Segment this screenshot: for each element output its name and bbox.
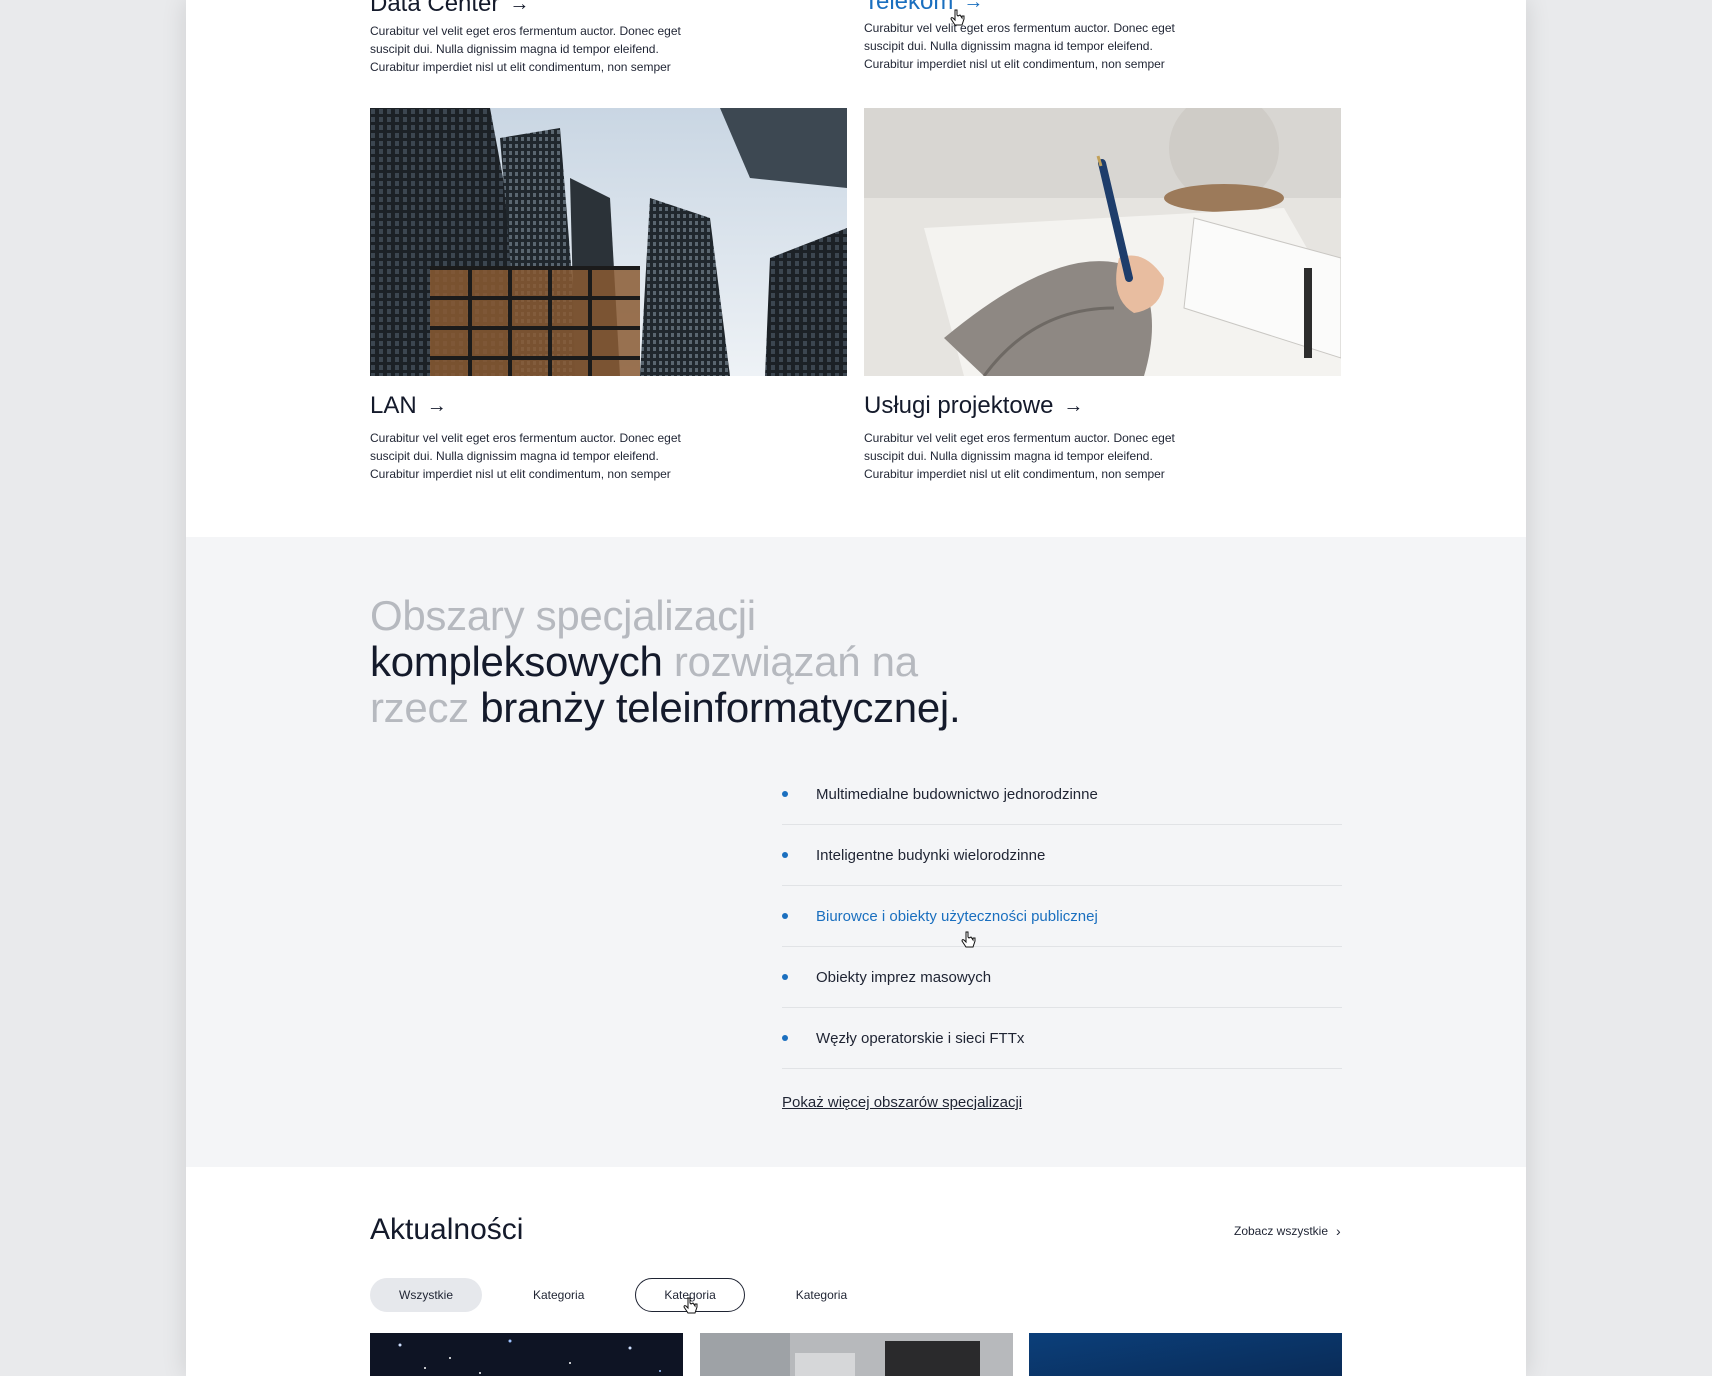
card-title-uslugi-projektowe[interactable]: Usługi projektowe → — [864, 392, 1083, 420]
night-sky-image — [370, 1333, 683, 1376]
arrow-right-icon: → — [1063, 394, 1084, 417]
specialization-item-label: Biurowce i obiekty użyteczności publiczn… — [816, 907, 1098, 925]
specialization-item-label: Inteligentne budynki wielorodzinne — [816, 846, 1046, 864]
card-title-label: Data Center — [370, 0, 500, 17]
specialization-item-label: Multimedialne budownictwo jednorodzinne — [816, 785, 1098, 803]
specialization-item[interactable]: Inteligentne budynki wielorodzinne — [782, 825, 1342, 886]
page: Data Center → Curabitur vel velit eget e… — [186, 0, 1526, 1376]
hand-cursor-icon — [950, 9, 965, 26]
bullet-icon — [782, 791, 788, 797]
bullet-icon — [782, 913, 788, 919]
see-all-link[interactable]: Zobacz wszystkie › — [1234, 1223, 1341, 1239]
blue-abstract-image — [1029, 1333, 1342, 1376]
news-thumbnail[interactable] — [370, 1333, 683, 1376]
specialization-item-label: Węzły operatorskie i sieci FTTx — [816, 1029, 1025, 1047]
skyscrapers-image[interactable] — [370, 108, 847, 376]
heading-part: kompleksowych — [370, 638, 663, 685]
bullet-icon — [782, 852, 788, 858]
chevron-right-icon: › — [1336, 1223, 1341, 1239]
filter-category[interactable]: Kategoria — [767, 1278, 876, 1312]
card-description: Curabitur vel velit eget eros fermentum … — [370, 431, 681, 481]
card-description: Curabitur vel velit eget eros fermentum … — [864, 21, 1175, 71]
heading-part: rzecz — [370, 684, 469, 731]
news-thumbnail[interactable] — [700, 1333, 1013, 1376]
specialization-heading: Obszary specjalizacji kompleksowych rozw… — [370, 593, 1070, 731]
news-filters: Wszystkie Kategoria Kategoria Kategoria — [370, 1278, 876, 1312]
hand-cursor-icon — [961, 931, 976, 948]
specialization-item[interactable]: Obiekty imprez masowych — [782, 947, 1342, 1008]
card-title-label: Telekom — [864, 0, 954, 15]
card-title-label: LAN — [370, 392, 417, 419]
specialization-section: Obszary specjalizacji kompleksowych rozw… — [186, 537, 1526, 1167]
specialization-item-label: Obiekty imprez masowych — [816, 968, 992, 986]
see-all-label: Zobacz wszystkie — [1234, 1224, 1329, 1238]
specialization-list: Multimedialne budownictwo jednorodzinne … — [782, 764, 1342, 1069]
card-description: Curabitur vel velit eget eros fermentum … — [370, 24, 681, 74]
filter-category[interactable]: Kategoria — [504, 1278, 613, 1312]
writing-image[interactable] — [864, 108, 1341, 376]
skyscrapers-illustration — [370, 108, 847, 376]
card-title-lan[interactable]: LAN → — [370, 392, 447, 420]
card-title-label: Usługi projektowe — [864, 392, 1054, 419]
heading-part: rozwiązań na — [673, 638, 918, 685]
writing-illustration — [864, 108, 1341, 376]
hand-cursor-icon — [683, 1297, 698, 1314]
bullet-icon — [782, 1035, 788, 1041]
news-title: Aktualności — [370, 1213, 524, 1246]
news-thumbnail[interactable] — [1029, 1333, 1342, 1376]
office-image — [700, 1333, 1013, 1376]
bullet-icon — [782, 974, 788, 980]
specialization-item[interactable]: Multimedialne budownictwo jednorodzinne — [782, 764, 1342, 825]
filter-all[interactable]: Wszystkie — [370, 1278, 482, 1312]
arrow-right-icon: → — [509, 0, 530, 15]
arrow-right-icon: → — [426, 394, 447, 417]
specialization-item[interactable]: Biurowce i obiekty użyteczności publiczn… — [782, 886, 1342, 947]
specialization-item[interactable]: Węzły operatorskie i sieci FTTx — [782, 1008, 1342, 1069]
card-description: Curabitur vel velit eget eros fermentum … — [864, 431, 1175, 481]
heading-part: branży teleinformatycznej. — [480, 684, 961, 731]
card-title-data-center[interactable]: Data Center → — [370, 0, 529, 18]
show-more-specializations-link[interactable]: Pokaż więcej obszarów specjalizacji — [782, 1094, 1022, 1111]
heading-part: Obszary specjalizacji — [370, 592, 756, 639]
